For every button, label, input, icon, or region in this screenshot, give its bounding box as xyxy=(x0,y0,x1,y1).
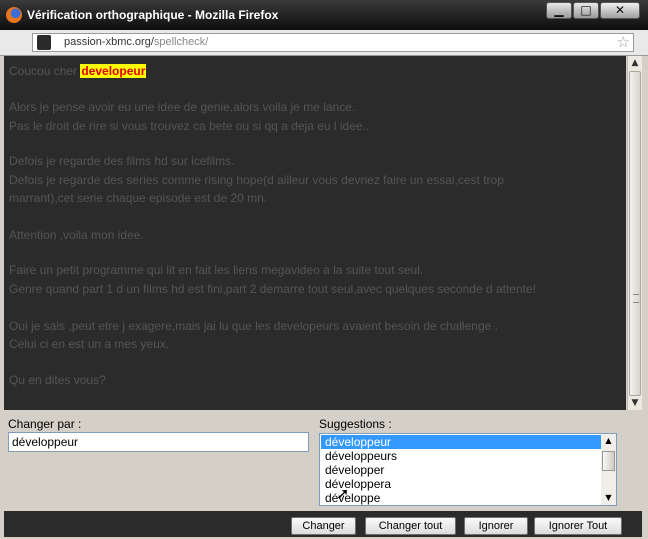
text-line: Celui ci en est un a mes yeux. xyxy=(9,337,170,351)
url-path: spellcheck/ xyxy=(153,36,209,48)
spellcheck-window: Vérification orthographique - Mozilla Fi… xyxy=(0,0,648,539)
scrollbar-thumb[interactable] xyxy=(602,451,615,471)
suggestion-item[interactable]: développera xyxy=(321,477,602,491)
change-button[interactable]: Changer xyxy=(291,517,356,535)
address-bar: passion-xbmc.org/spellcheck/ ☆ xyxy=(0,30,648,56)
ignore-button[interactable]: Ignorer xyxy=(464,517,528,535)
suggestions-list[interactable]: développeur développeurs développer déve… xyxy=(319,433,617,506)
url-text: passion-xbmc.org/spellcheck/ xyxy=(64,36,208,48)
scroll-down-icon[interactable]: ▼ xyxy=(601,492,616,504)
suggestions-scrollbar[interactable]: ▲ ▼ xyxy=(601,434,616,505)
title-bar[interactable]: Vérification orthographique - Mozilla Fi… xyxy=(0,0,648,30)
text-line: Qu en dites vous? xyxy=(9,373,106,387)
bookmark-star-icon[interactable]: ☆ xyxy=(617,33,630,51)
firefox-logo-icon xyxy=(6,7,22,23)
close-icon: ✕ xyxy=(614,3,626,17)
correction-panel: Changer par : développeur Suggestions : … xyxy=(4,410,642,510)
suggestion-item[interactable]: développer xyxy=(321,463,602,477)
text-line: Oui je sais ,peut etre j exagere,mais ja… xyxy=(9,319,498,333)
url-domain: passion-xbmc.org/ xyxy=(64,36,154,48)
minimize-button[interactable]: ▁ xyxy=(546,2,572,19)
text-line: Attention ,voila mon idee. xyxy=(9,228,144,242)
text-line: Alors je pense avoir eu une idee de geni… xyxy=(9,100,356,114)
window-title: Vérification orthographique - Mozilla Fi… xyxy=(27,8,279,22)
text-line: Defois je regarde des films hd sur icefi… xyxy=(9,154,235,168)
ignore-all-button[interactable]: Ignorer Tout xyxy=(534,517,622,535)
scroll-up-icon[interactable]: ▲ xyxy=(601,435,616,447)
url-field[interactable]: passion-xbmc.org/spellcheck/ ☆ xyxy=(32,33,634,52)
checked-text-area[interactable]: Coucou cher developeur Alors je pense av… xyxy=(4,56,626,410)
suggestion-item[interactable]: développeurs xyxy=(321,449,602,463)
site-identity-icon[interactable] xyxy=(37,35,51,50)
text-line-greeting: Coucou cher developeur xyxy=(9,64,147,78)
greeting-text: Coucou cher xyxy=(9,64,81,78)
maximize-button[interactable]: □ xyxy=(573,2,599,19)
change-to-input[interactable]: développeur xyxy=(8,432,309,452)
maximize-icon: □ xyxy=(580,3,592,17)
grip-icon xyxy=(633,294,639,303)
scroll-up-icon[interactable]: ▲ xyxy=(628,56,642,70)
scroll-down-icon[interactable]: ▼ xyxy=(628,396,642,410)
text-line: Genre quand part 1 d un films hd est fin… xyxy=(9,282,536,296)
text-line: Pas le droit de rire si vous trouvez ca … xyxy=(9,119,370,133)
scrollbar-thumb[interactable] xyxy=(629,71,641,396)
misspelled-word[interactable]: developeur xyxy=(80,64,147,78)
suggestion-item[interactable]: développe xyxy=(321,491,602,505)
text-line: Defois je regarde des series comme risin… xyxy=(9,173,504,187)
close-button[interactable]: ✕ xyxy=(600,2,640,19)
change-to-label: Changer par : xyxy=(8,417,82,431)
suggestions-label: Suggestions : xyxy=(319,417,392,431)
text-line: Faire un petit programme qui lit en fait… xyxy=(9,263,424,277)
text-line: marrant),cet serie chaque episode est de… xyxy=(9,191,268,205)
suggestion-item[interactable]: développeur xyxy=(321,435,602,449)
minimize-icon: ▁ xyxy=(554,3,564,17)
text-scrollbar[interactable]: ▲ ▼ xyxy=(627,56,642,410)
button-bar: Changer Changer tout Ignorer Ignorer Tou… xyxy=(4,511,642,537)
change-all-button[interactable]: Changer tout xyxy=(365,517,456,535)
